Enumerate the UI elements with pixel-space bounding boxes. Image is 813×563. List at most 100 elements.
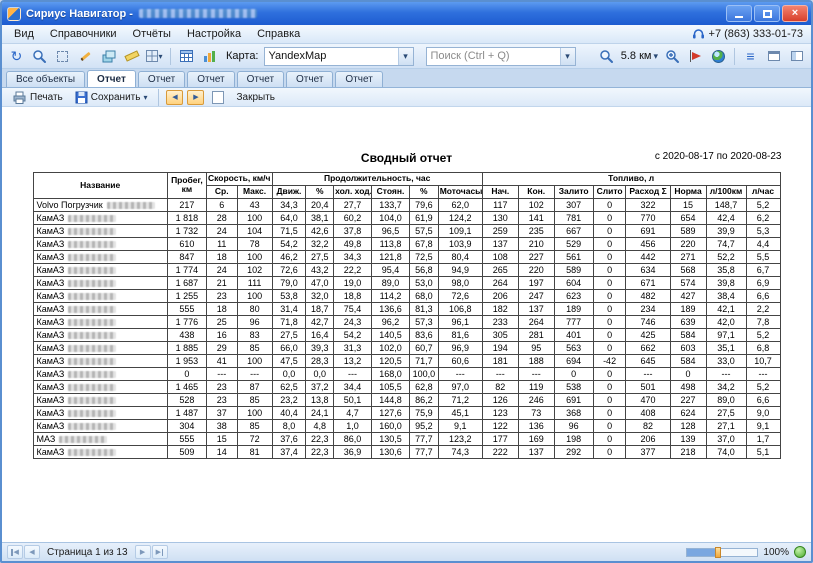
data-cell: --- bbox=[237, 367, 272, 380]
tab-5[interactable]: Отчет bbox=[286, 71, 333, 87]
data-cell: 120,5 bbox=[372, 354, 410, 367]
data-cell: 130 bbox=[482, 211, 518, 224]
reports-icon[interactable] bbox=[199, 46, 220, 66]
data-cell: 6,6 bbox=[746, 393, 780, 406]
close-button[interactable]: × bbox=[782, 5, 808, 22]
report-prev-button[interactable]: ◀ bbox=[166, 90, 183, 105]
list-icon[interactable]: ≡ bbox=[740, 46, 761, 66]
first-page-button[interactable]: ◀ bbox=[7, 545, 23, 559]
search-input[interactable] bbox=[427, 50, 560, 62]
data-cell: 0,0 bbox=[306, 367, 334, 380]
edit-icon[interactable] bbox=[75, 46, 96, 66]
data-cell: 9,0 bbox=[746, 406, 780, 419]
data-cell: 1 687 bbox=[167, 276, 206, 289]
map-select[interactable]: YandexMap ▾ bbox=[264, 47, 414, 66]
tab-1[interactable]: Отчет bbox=[87, 70, 136, 87]
data-cell: 47,0 bbox=[306, 276, 334, 289]
redacted-text bbox=[68, 397, 116, 404]
report-table-head: НазваниеПробег, кмСкорость, км/чПродолжи… bbox=[33, 173, 780, 199]
data-cell: 123 bbox=[482, 406, 518, 419]
tab-3[interactable]: Отчет bbox=[187, 71, 234, 87]
data-cell: 77,7 bbox=[409, 432, 438, 445]
globe-icon[interactable] bbox=[708, 46, 729, 66]
tab-0[interactable]: Все объекты bbox=[6, 71, 85, 87]
data-cell: 0 bbox=[593, 276, 626, 289]
select-area-icon[interactable] bbox=[52, 46, 73, 66]
zoom-in-icon[interactable] bbox=[662, 46, 683, 66]
side-panel-icon[interactable] bbox=[786, 46, 807, 66]
column-header: Залито bbox=[554, 185, 593, 198]
data-cell: 233 bbox=[482, 315, 518, 328]
data-cell: 220 bbox=[518, 263, 554, 276]
data-cell: 847 bbox=[167, 250, 206, 263]
data-cell: 610 bbox=[167, 237, 206, 250]
vehicle-name-cell: Volvo Погрузчик bbox=[33, 198, 167, 211]
data-cell: 377 bbox=[626, 445, 670, 458]
next-page-button[interactable]: ▶ bbox=[135, 545, 151, 559]
menu-item[interactable]: Справка bbox=[249, 26, 308, 42]
menu-item[interactable]: Отчёты bbox=[125, 26, 179, 42]
vehicle-name: КамАЗ bbox=[37, 317, 65, 327]
report-next-button[interactable]: ▶ bbox=[187, 90, 204, 105]
column-header: хол. ход. bbox=[334, 185, 372, 198]
data-cell: 45,1 bbox=[438, 406, 482, 419]
data-cell: 271 bbox=[670, 250, 706, 263]
redacted-text bbox=[68, 423, 116, 430]
data-cell: 137 bbox=[482, 237, 518, 250]
zoom-slider[interactable] bbox=[686, 548, 758, 557]
data-cell: 21 bbox=[206, 276, 237, 289]
data-cell: 96,1 bbox=[438, 315, 482, 328]
data-cell: 66,0 bbox=[272, 341, 306, 354]
table-row: КамАЗ1 8182810064,038,160,2104,061,9124,… bbox=[33, 211, 780, 224]
tab-4[interactable]: Отчет bbox=[237, 71, 284, 87]
data-cell: 80 bbox=[237, 302, 272, 315]
zoom-scale-icon[interactable] bbox=[596, 46, 617, 66]
redacted-text bbox=[68, 215, 116, 222]
search-icon[interactable] bbox=[29, 46, 50, 66]
redacted-text bbox=[68, 267, 116, 274]
data-cell: 177 bbox=[482, 432, 518, 445]
data-cell: 2,2 bbox=[746, 302, 780, 315]
page-setup-button[interactable] bbox=[208, 90, 228, 105]
search-box[interactable]: ▾ bbox=[426, 47, 576, 66]
page-icon bbox=[212, 91, 224, 104]
ruler-icon[interactable] bbox=[121, 46, 142, 66]
zoom-reset-button[interactable] bbox=[794, 546, 806, 558]
data-cell: 22,2 bbox=[334, 263, 372, 276]
save-button[interactable]: Сохранить ▾ bbox=[71, 90, 152, 105]
scale-select[interactable]: 5.8 км ▾ bbox=[619, 47, 660, 66]
table-icon[interactable] bbox=[176, 46, 197, 66]
last-page-button[interactable]: ▶ bbox=[152, 545, 168, 559]
data-cell: 442 bbox=[626, 250, 670, 263]
map-tools-dropdown[interactable]: ▾ bbox=[144, 46, 165, 66]
tab-2[interactable]: Отчет bbox=[138, 71, 185, 87]
flag-icon[interactable] bbox=[685, 46, 706, 66]
data-cell: 555 bbox=[167, 302, 206, 315]
maximize-button[interactable] bbox=[754, 5, 780, 22]
page-navigation: ◀ ◀ Страница 1 из 13 ▶ ▶ bbox=[7, 545, 168, 559]
menu-item[interactable]: Вид bbox=[6, 26, 42, 42]
data-cell: 38 bbox=[206, 419, 237, 432]
data-cell: 20,4 bbox=[306, 198, 334, 211]
close-report-button[interactable]: Закрыть bbox=[232, 91, 279, 104]
data-cell: 23 bbox=[206, 289, 237, 302]
data-cell: 37,6 bbox=[272, 432, 306, 445]
zoom-slider-thumb[interactable] bbox=[715, 547, 721, 558]
tab-6[interactable]: Отчет bbox=[335, 71, 382, 87]
data-cell: 220 bbox=[670, 237, 706, 250]
minimize-button[interactable] bbox=[726, 5, 752, 22]
print-button[interactable]: Печать bbox=[8, 90, 67, 105]
redacted-text bbox=[68, 319, 116, 326]
data-cell: 28,3 bbox=[306, 354, 334, 367]
window-layout-icon[interactable] bbox=[763, 46, 784, 66]
refresh-icon[interactable]: ↻ bbox=[6, 46, 27, 66]
menu-item[interactable]: Настройка bbox=[179, 26, 249, 42]
data-cell: 181 bbox=[482, 354, 518, 367]
menu-item[interactable]: Справочники bbox=[42, 26, 125, 42]
layers-icon[interactable] bbox=[98, 46, 119, 66]
data-cell: 662 bbox=[626, 341, 670, 354]
data-cell: 77,7 bbox=[409, 445, 438, 458]
data-cell: 42,0 bbox=[706, 315, 746, 328]
prev-page-button[interactable]: ◀ bbox=[24, 545, 40, 559]
menubar-items: ВидСправочникиОтчётыНастройкаСправка bbox=[6, 26, 308, 42]
